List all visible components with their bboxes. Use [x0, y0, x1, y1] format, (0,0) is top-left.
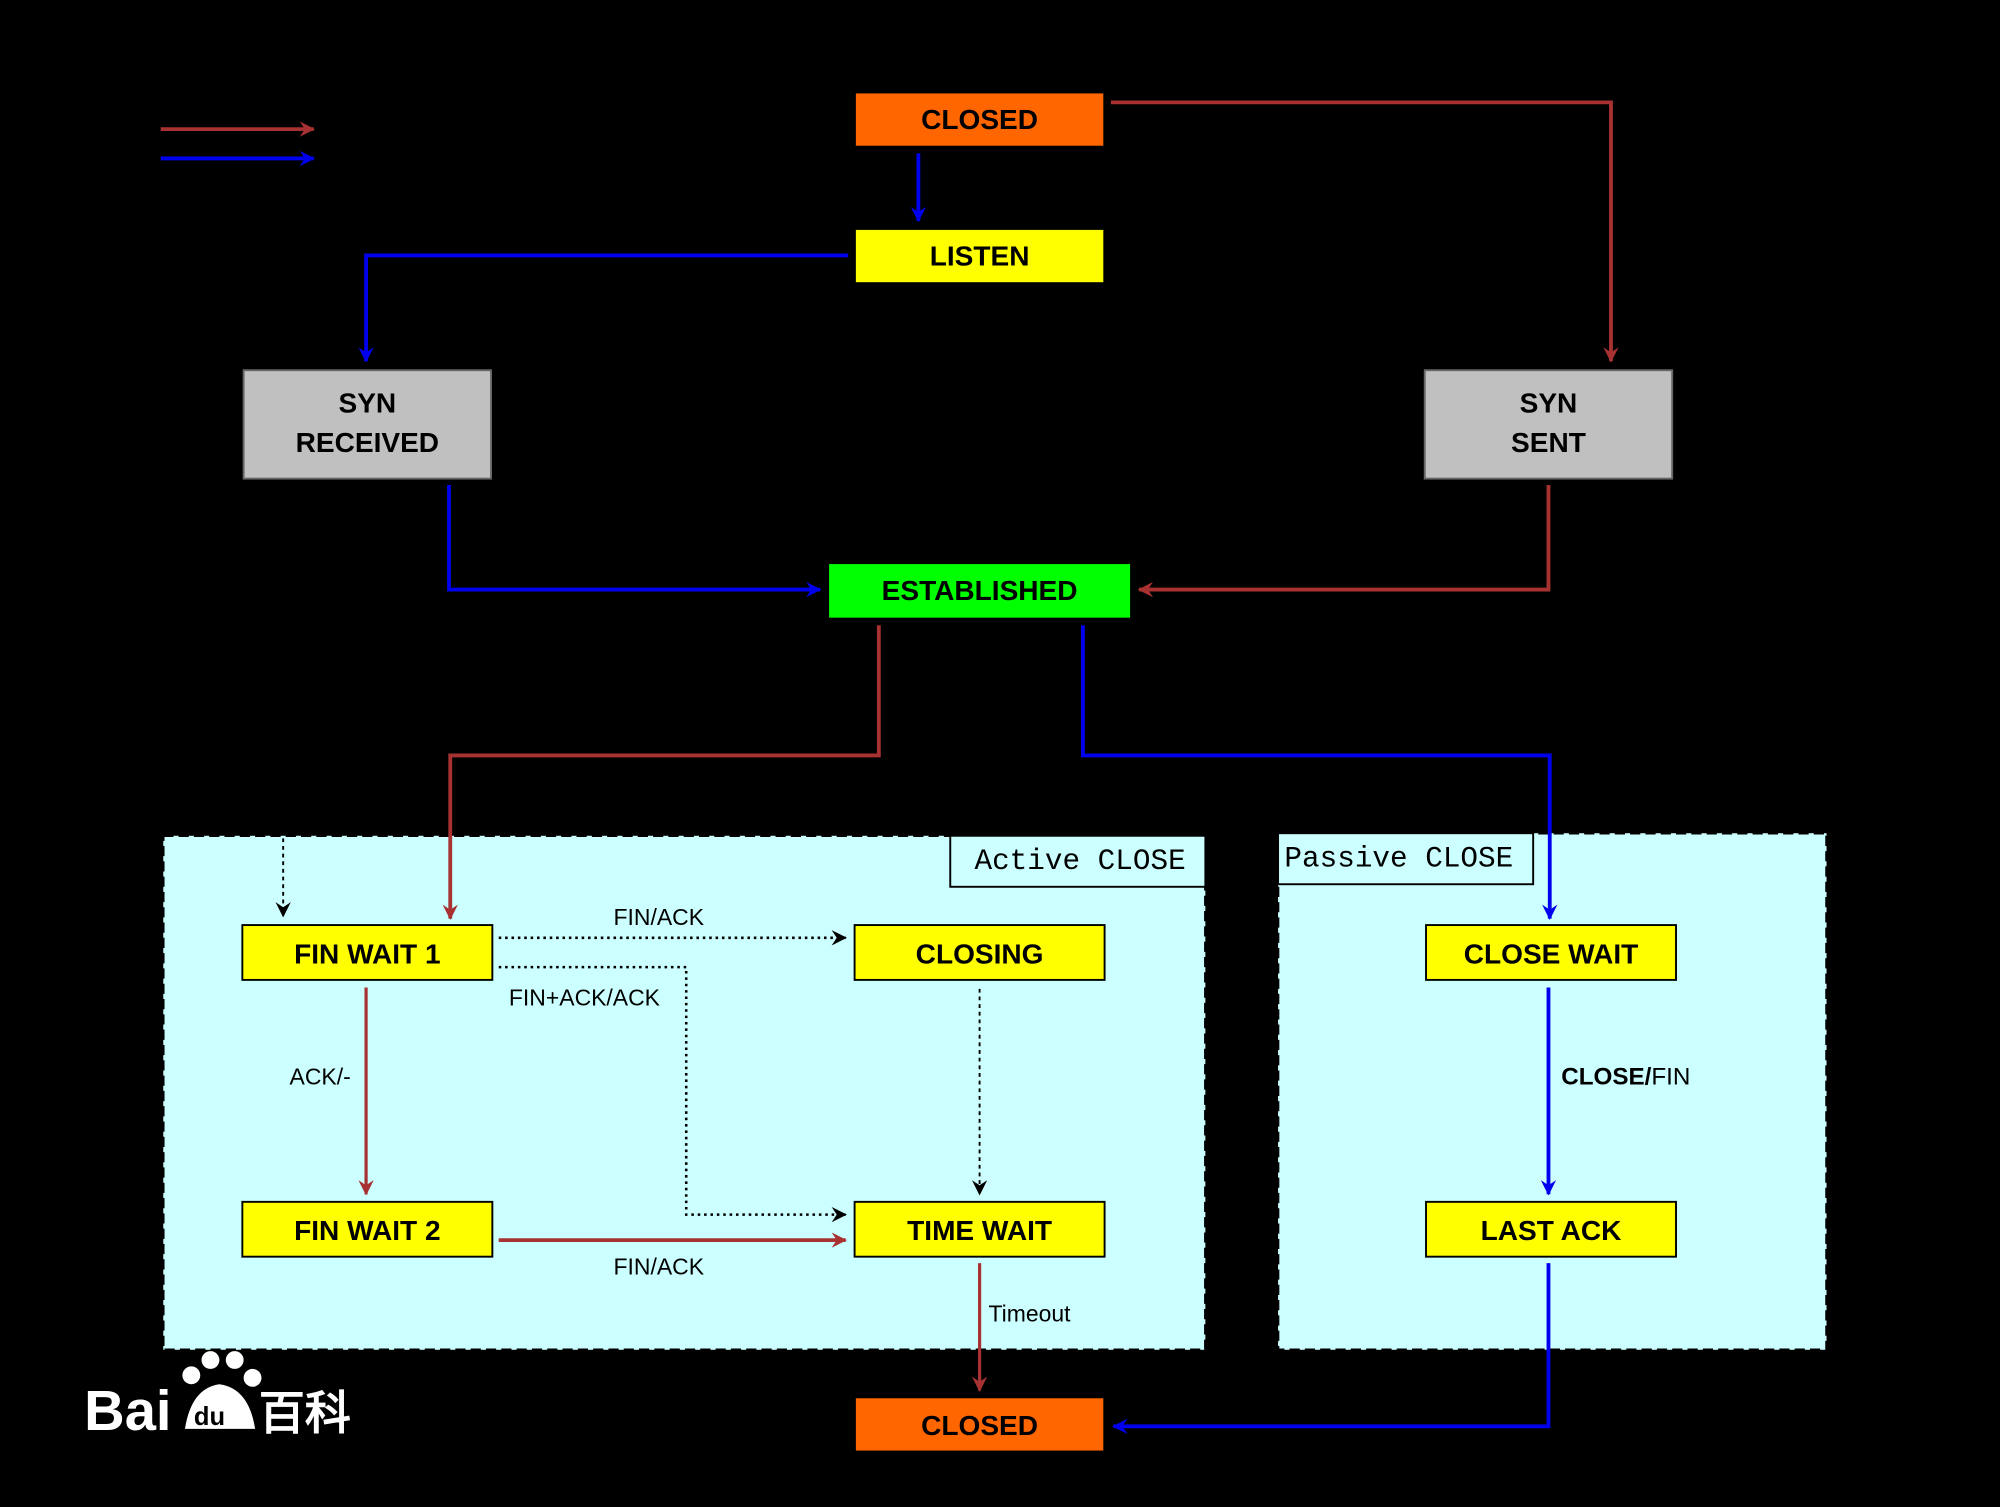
state-last-ack-label: LAST ACK	[1481, 1215, 1622, 1246]
label-fin: FIN	[1651, 1063, 1690, 1090]
state-fin-wait-1-label: FIN WAIT 1	[294, 938, 440, 969]
label-fw1-fw2: ACK/-	[290, 1063, 351, 1089]
state-closing-label: CLOSING	[916, 938, 1044, 969]
svg-text:du: du	[194, 1403, 225, 1431]
tcp-state-diagram: Active CLOSE Passive CLOSE FIN/ACK FIN+A…	[84, 93, 1828, 1451]
state-syn-sent-label-1: SYN	[1520, 387, 1578, 418]
state-fin-wait-2-label: FIN WAIT 2	[294, 1215, 440, 1246]
arrow-synreceived-established	[447, 485, 822, 598]
passive-close-label: Passive CLOSE	[1284, 842, 1513, 875]
state-listen-label: LISTEN	[930, 241, 1030, 272]
label-timeout: Timeout	[989, 1301, 1072, 1327]
svg-text:百科: 百科	[259, 1386, 351, 1440]
state-closed-top-label: CLOSED	[921, 104, 1038, 135]
state-established-label: ESTABLISHED	[882, 575, 1078, 606]
label-close: CLOSE/	[1561, 1063, 1651, 1090]
arrow-synsent-established	[1137, 485, 1551, 598]
state-time-wait-label: TIME WAIT	[907, 1215, 1052, 1246]
label-fw1-timewait: FIN+ACK/ACK	[509, 984, 661, 1010]
passive-close-region	[1276, 831, 1828, 1352]
label-close-fin: CLOSE/FIN	[1561, 1063, 1690, 1090]
label-fw1-closing: FIN/ACK	[614, 904, 705, 930]
state-syn-sent-label-2: SENT	[1511, 427, 1586, 458]
state-close-wait-label: CLOSE WAIT	[1464, 938, 1639, 969]
arrow-listen-synreceived	[358, 253, 849, 363]
state-syn-received-label-1: SYN	[339, 387, 397, 418]
baidu-baike-watermark-logo: Bai du 百科	[84, 1351, 351, 1442]
state-closed-bottom-label: CLOSED	[921, 1410, 1038, 1441]
label-fw2-timewait: FIN/ACK	[614, 1254, 705, 1280]
active-close-label: Active CLOSE	[974, 845, 1185, 878]
arrow-closed-synsent	[1110, 100, 1619, 363]
svg-text:Bai: Bai	[84, 1379, 171, 1442]
state-syn-received-label-2: RECEIVED	[296, 427, 439, 458]
